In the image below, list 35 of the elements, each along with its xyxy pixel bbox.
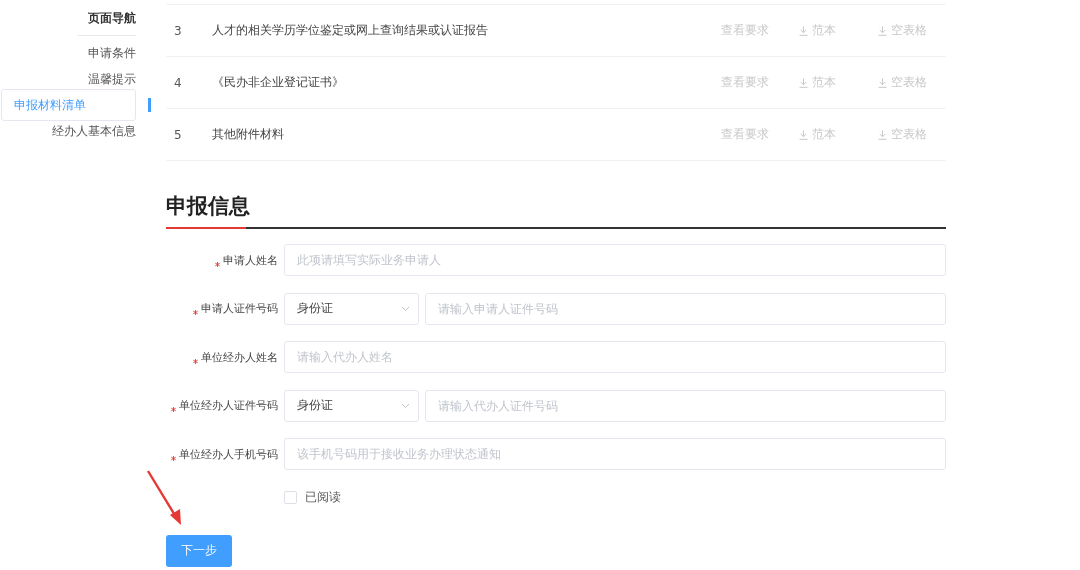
material-name: 其他附件材料 xyxy=(212,126,285,143)
chevron-down-icon xyxy=(401,402,410,409)
next-button[interactable]: 下一步 xyxy=(166,534,232,567)
material-name: 《民办非企业登记证书》 xyxy=(212,74,345,91)
checkbox-label: 已阅读 xyxy=(305,489,341,506)
download-icon xyxy=(878,77,887,88)
input-field[interactable]: 此项请填写实际业务申请人 xyxy=(284,244,946,276)
checkbox[interactable] xyxy=(284,491,297,504)
input-field[interactable]: 请输入代办人证件号码 xyxy=(425,389,946,422)
chevron-down-icon xyxy=(401,305,410,312)
download-icon xyxy=(799,129,808,140)
input-field[interactable]: 请输入代办人姓名 xyxy=(284,341,946,373)
row-number: 3 xyxy=(173,23,183,38)
nav-item[interactable]: 经办人基本信息 xyxy=(52,122,136,140)
download-icon xyxy=(799,25,808,36)
material-name: 人才的相关学历学位鉴定或网上查询结果或认证报告 xyxy=(212,22,489,39)
field-label: 单位经办人姓名 xyxy=(201,349,278,365)
field-label: 单位经办人证件号码 xyxy=(179,398,278,413)
nav-item[interactable]: 申请条件 xyxy=(88,44,136,62)
row-number: 5 xyxy=(173,127,183,142)
row-number: 4 xyxy=(173,75,183,90)
id-type-select[interactable]: 身份证 xyxy=(284,292,419,325)
nav-item[interactable]: 温馨提示 xyxy=(88,70,136,88)
section-title: 申报信息 xyxy=(166,193,251,220)
nav-title: 页面导航 xyxy=(78,8,136,36)
field-label: 申请人证件号码 xyxy=(201,301,278,316)
download-icon xyxy=(878,25,887,36)
download-icon xyxy=(799,77,808,88)
nav-item[interactable]: 申报材料清单 xyxy=(1,89,136,121)
active-indicator xyxy=(148,98,151,112)
field-label: 申请人姓名 xyxy=(223,252,278,268)
input-field[interactable]: 请输入申请人证件号码 xyxy=(425,292,946,325)
download-icon xyxy=(878,129,887,140)
id-type-select[interactable]: 身份证 xyxy=(284,389,419,422)
field-label: 单位经办人手机号码 xyxy=(179,446,278,462)
